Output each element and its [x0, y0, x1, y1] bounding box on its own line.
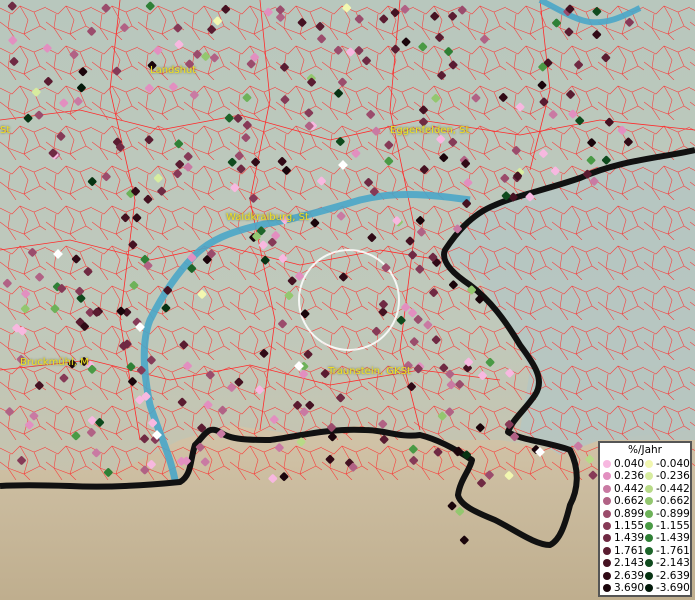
legend-label: -0.662: [656, 495, 690, 508]
legend-label: -1.439: [656, 532, 690, 545]
legend-entry-positive: 3.690: [603, 582, 644, 594]
legend-entry-positive: 1.761: [603, 545, 644, 557]
legend-label: 0.040: [614, 458, 645, 470]
legend-swatch: [645, 559, 653, 568]
legend-entry-negative: -2.639: [645, 570, 690, 582]
legend-swatch: [645, 472, 653, 481]
legend-entry-positive: 0.236: [603, 470, 644, 482]
place-label-eggenfelden: Eggenfelden, St: [390, 125, 470, 136]
place-label-waldkraiburg: Waldkraiburg, St: [226, 212, 309, 223]
legend-swatch: [603, 559, 611, 568]
legend-label: 0.442: [614, 482, 645, 495]
legend-entry-positive: 0.442: [603, 483, 644, 495]
place-label-landshut: Landshut: [150, 65, 197, 76]
legend-swatch: [645, 509, 653, 518]
place-label-traunstein: Traunstein, GKSt: [328, 366, 411, 377]
legend-swatch: [645, 584, 653, 592]
legend-label: 2.143: [614, 557, 645, 570]
legend-swatch: [603, 522, 611, 530]
legend-entry-positive: 0.899: [603, 508, 644, 520]
legend-label: -2.143: [656, 557, 690, 570]
legend-swatch: [603, 534, 611, 543]
legend-label: 1.439: [614, 532, 645, 545]
admin-borders: [0, 0, 695, 480]
legend-label: -0.442: [656, 482, 690, 495]
legend-entry-negative: -2.143: [645, 557, 690, 569]
legend-swatch: [645, 534, 653, 543]
legend-swatch: [603, 497, 611, 506]
legend-label: 0.236: [614, 470, 645, 483]
legend-label: 1.761: [614, 544, 645, 557]
legend-entry-negative: -0.442: [645, 483, 690, 495]
legend-entry-negative: -0.662: [645, 495, 690, 507]
legend-swatch: [645, 484, 653, 493]
legend-label: 3.690: [614, 582, 645, 594]
legend-swatch: [603, 584, 611, 592]
legend-label: -0.236: [656, 470, 690, 483]
legend-swatch: [645, 522, 653, 530]
legend-entry-positive: 1.155: [603, 520, 644, 532]
map-canvas[interactable]: [0, 0, 695, 600]
legend-entry-positive: 0.662: [603, 495, 644, 507]
legend-entry-negative: -3.690: [645, 582, 690, 594]
legend-swatch: [603, 460, 611, 468]
legend-swatch: [645, 497, 653, 506]
place-label-st: St: [0, 125, 11, 136]
legend-label: 2.639: [614, 569, 645, 582]
legend-swatch: [603, 509, 611, 518]
legend-label: 0.662: [614, 495, 645, 508]
legend-label: 0.899: [614, 507, 645, 520]
legend-swatch: [603, 484, 611, 493]
legend-title: %/Jahr: [627, 444, 663, 456]
legend-entry-negative: -0.236: [645, 470, 690, 482]
legend-label: -1.761: [656, 544, 690, 557]
legend-swatch: [645, 571, 653, 580]
legend-entry-negative: -0.040: [645, 458, 690, 470]
legend-entry-negative: -1.155: [645, 520, 690, 532]
legend-label: -0.899: [656, 507, 690, 520]
legend-entry-negative: -0.899: [645, 508, 690, 520]
legend-entry-positive: 2.639: [603, 570, 644, 582]
legend-swatch: [603, 472, 611, 481]
legend: %/Jahr 0.040 -0.040 0.236 -0.236 0.442 -0.442…: [598, 441, 692, 597]
legend-label: -1.155: [656, 520, 690, 532]
legend-label: -0.040: [656, 458, 690, 470]
legend-swatch: [603, 571, 611, 580]
legend-entry-positive: 2.143: [603, 557, 644, 569]
legend-swatch: [603, 546, 611, 555]
legend-entry-positive: 1.439: [603, 532, 644, 544]
legend-label: -2.639: [656, 569, 690, 582]
legend-swatch: [645, 546, 653, 555]
legend-label: 1.155: [614, 520, 645, 532]
legend-swatch: [645, 460, 653, 468]
place-label-bruckmuehl: Bruckmühl, M: [20, 357, 89, 368]
legend-label: -3.690: [656, 582, 690, 594]
legend-entry-negative: -1.439: [645, 532, 690, 544]
legend-entry-positive: 0.040: [603, 458, 644, 470]
map-view[interactable]: Landshut St Eggenfelden, St Waldkraiburg…: [0, 0, 695, 600]
legend-entry-negative: -1.761: [645, 545, 690, 557]
